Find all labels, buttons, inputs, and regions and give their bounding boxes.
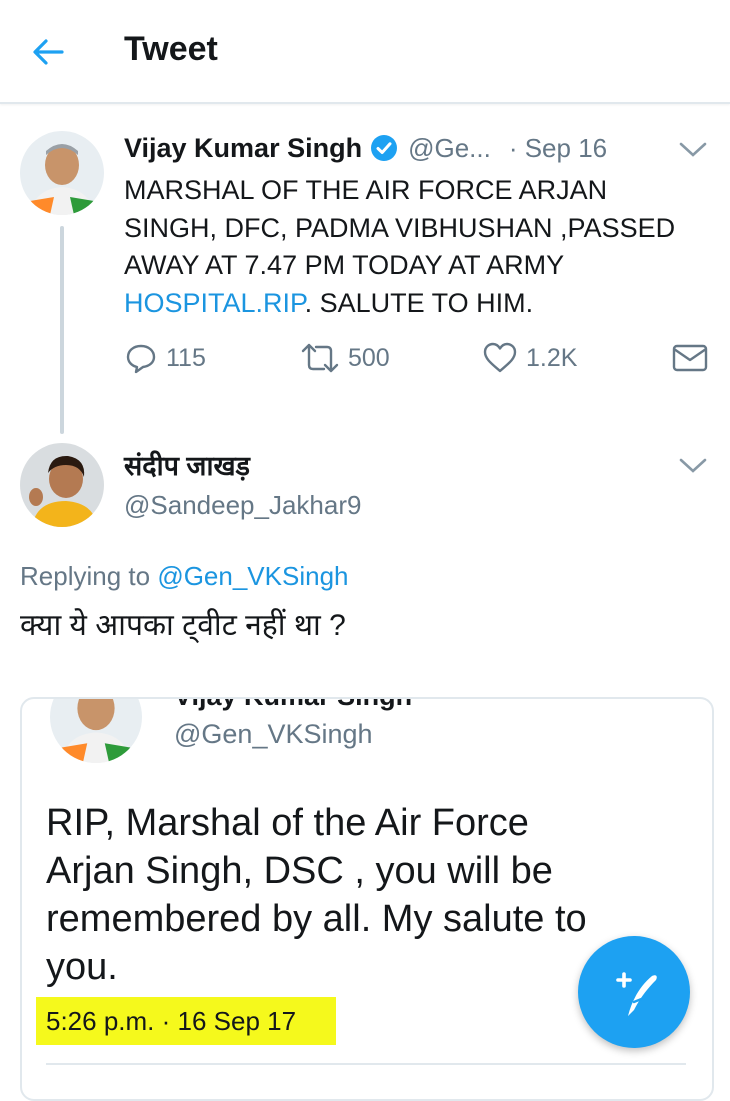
tweet-link[interactable]: HOSPITAL.RIP [124,288,305,318]
card-divider [46,1063,686,1065]
quoted-author-handle: @Gen_VKSingh [174,719,373,749]
author-handle[interactable]: @Ge... [408,133,491,164]
quoted-author-avatar [50,699,142,763]
reply-author-avatar[interactable] [20,443,104,527]
page-title: Tweet [124,30,218,68]
quoted-timestamp-highlight: 5:26 p.m. · 16 Sep 17 [36,997,336,1045]
quoted-text-line: RIP, Marshal of the Air Force [46,802,529,844]
reply-action[interactable]: 115 [124,340,206,376]
author-avatar[interactable] [20,131,104,215]
replying-to-handle[interactable]: @Gen_VKSingh [157,561,348,591]
reply-icon [126,344,156,374]
avatar-image [20,131,104,215]
heart-icon [483,342,517,373]
compose-feather-icon [616,972,657,1016]
direct-message-action[interactable] [672,340,708,376]
app-header: Tweet [0,0,730,104]
tweet-text-line: AWAY AT 7.47 PM TODAY AT ARMY [124,250,565,280]
envelope-icon [672,344,708,372]
retweet-icon [301,343,339,373]
like-action[interactable]: 1.2K [482,340,577,376]
tweet-text-line: HOSPITAL.RIP. SALUTE TO HIM. [124,285,714,323]
author-name[interactable]: Vijay Kumar Singh [124,133,362,164]
tweet-header: Vijay Kumar Singh @Ge... · Sep 16 [124,130,607,166]
back-button[interactable] [28,30,72,74]
quoted-text-line: Arjan Singh, DSC , you will be [46,850,553,892]
replying-to: Replying to @Gen_VKSingh [20,561,349,592]
verified-badge-icon [371,135,398,161]
like-count: 1.2K [526,343,578,372]
compose-tweet-button[interactable] [578,936,690,1048]
reply-count: 115 [166,343,206,372]
replying-to-label: Replying to [20,561,151,591]
retweet-action[interactable]: 500 [300,340,390,376]
avatar-image [50,699,142,763]
retweet-count: 500 [348,343,390,372]
reply-header: संदीप जाखड़ [124,446,250,482]
reply-author-handle[interactable]: @Sandeep_Jakhar9 [124,490,361,521]
tweet-text: MARSHAL OF THE AIR FORCE ARJAN SINGH, DF… [124,172,714,322]
arrow-left-icon [33,39,64,65]
reply-text: क्या ये आपका ट्वीट नहीं था ? [20,609,346,642]
reply-options-caret[interactable] [678,456,708,476]
tweet-options-caret[interactable] [678,140,708,160]
tweet-text-line: SINGH, DFC, PADMA VIBHUSHAN ,PASSED [124,212,676,243]
thread-connector-line [60,226,64,434]
avatar-image [20,443,104,527]
reply-author-name[interactable]: संदीप जाखड़ [124,446,250,483]
tweet-time: · Sep 16 [508,132,608,163]
chevron-down-icon [679,458,707,473]
tweet-text-line: MARSHAL OF THE AIR FORCE ARJAN [124,175,608,205]
tweet-text-tail: . SALUTE TO HIM. [304,287,534,318]
quoted-author-name: Vijay Kumar Singh [174,699,412,712]
chevron-down-icon [679,142,707,157]
